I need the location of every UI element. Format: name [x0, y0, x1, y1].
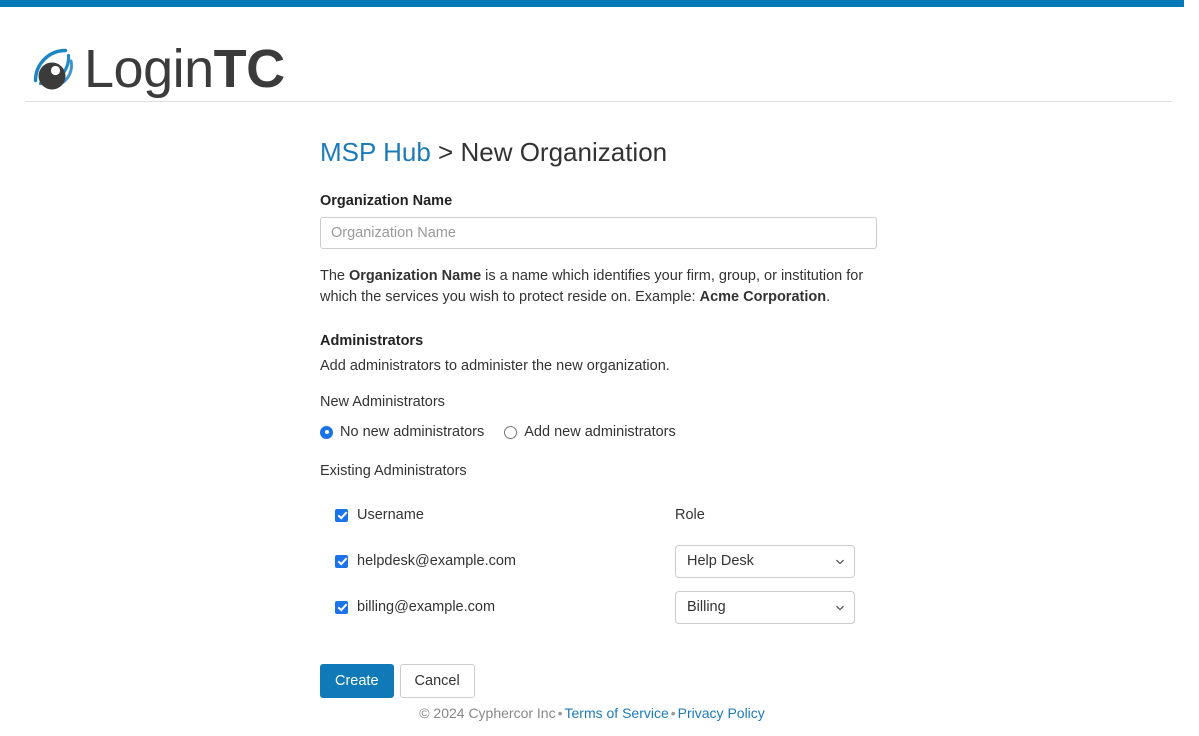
existing-administrators-section: Existing Administrators Username Role he… [320, 462, 880, 624]
logintc-logo[interactable]: LoginTC [26, 38, 285, 100]
administrators-description: Add administrators to administer the new… [320, 358, 670, 374]
help-text-suffix: . [826, 289, 831, 305]
page-footer: © 2024 Cyphercor Inc • Terms of Service • Pr… [0, 705, 1184, 721]
existing-administrators-table: Username Role helpdesk@example.com Help … [320, 504, 880, 624]
org-name-input[interactable] [320, 217, 877, 249]
form-actions: Create Cancel [320, 664, 880, 698]
row-checkbox-billing[interactable] [335, 600, 348, 614]
table-row: helpdesk@example.com Help DeskBillingAdm… [320, 544, 880, 578]
header-cell-username: Username [320, 507, 675, 523]
breadcrumb-separator: > [438, 137, 454, 167]
cancel-button[interactable]: Cancel [399, 664, 475, 698]
row-checkbox-helpdesk[interactable] [335, 554, 348, 568]
header-cell-role: Role [675, 507, 875, 523]
org-name-help-text: The Organization Name is a name which id… [320, 266, 878, 308]
top-accent-bar [0, 0, 1184, 7]
logo-word-tc: TC [213, 39, 285, 99]
help-text-prefix: The [320, 268, 350, 284]
footer-copyright: © 2024 Cyphercor Inc [419, 705, 556, 721]
create-button[interactable]: Create [320, 664, 394, 698]
column-header-username: Username [357, 507, 424, 523]
page-header: LoginTC [0, 7, 1199, 101]
row-cell-role: Help DeskBillingAdministrator [675, 590, 875, 624]
radio-add-new-administrators[interactable] [504, 425, 518, 439]
table-header-row: Username Role [320, 504, 880, 526]
help-text-bold-example: Acme Corporation [699, 289, 827, 305]
row-cell-role: Help DeskBillingAdministrator [675, 544, 875, 578]
radio-option-no-new-administrators[interactable]: No new administrators [320, 424, 484, 440]
radio-no-new-administrators[interactable] [320, 425, 333, 439]
row-username-helpdesk: helpdesk@example.com [357, 553, 516, 569]
new-administrators-label: New Administrators [320, 394, 445, 410]
role-select-helpdesk[interactable]: Help DeskBillingAdministrator [675, 544, 855, 578]
page-title: MSP Hub > New Organization [320, 136, 880, 168]
row-cell-username: billing@example.com [320, 599, 675, 615]
header-divider [25, 101, 1172, 102]
row-username-billing: billing@example.com [357, 599, 496, 615]
row-cell-username: helpdesk@example.com [320, 553, 675, 569]
footer-link-privacy-policy[interactable]: Privacy Policy [678, 705, 765, 721]
breadcrumb-current: New Organization [460, 137, 668, 167]
footer-separator: • [557, 705, 563, 721]
breadcrumb-link-msp-hub[interactable]: MSP Hub [320, 137, 431, 167]
select-all-checkbox[interactable] [335, 508, 348, 522]
logintc-wordmark: LoginTC [84, 42, 285, 96]
existing-administrators-label: Existing Administrators [320, 463, 467, 479]
radio-label-add-new-administrators: Add new administrators [524, 424, 676, 440]
role-select-wrapper-helpdesk: Help DeskBillingAdministrator [675, 544, 855, 578]
main-content: MSP Hub > New Organization Organization … [320, 136, 880, 698]
logo-word-login: Login [84, 39, 214, 99]
role-select-wrapper-billing: Help DeskBillingAdministrator [675, 590, 855, 624]
org-name-label: Organization Name [320, 193, 453, 209]
new-administrators-radio-group: No new administrators Add new administra… [320, 424, 880, 440]
radio-option-add-new-administrators[interactable]: Add new administrators [504, 424, 676, 440]
help-text-bold-org-name: Organization Name [349, 268, 482, 284]
administrators-heading: Administrators [320, 333, 424, 349]
logintc-eye-signal-icon [26, 41, 82, 97]
column-header-role: Role [675, 507, 705, 523]
table-row: billing@example.com Help DeskBillingAdmi… [320, 590, 880, 624]
radio-label-no-new-administrators: No new administrators [340, 424, 485, 440]
footer-link-terms-of-service[interactable]: Terms of Service [565, 705, 669, 721]
role-select-billing[interactable]: Help DeskBillingAdministrator [675, 590, 855, 624]
footer-separator: • [670, 705, 676, 721]
